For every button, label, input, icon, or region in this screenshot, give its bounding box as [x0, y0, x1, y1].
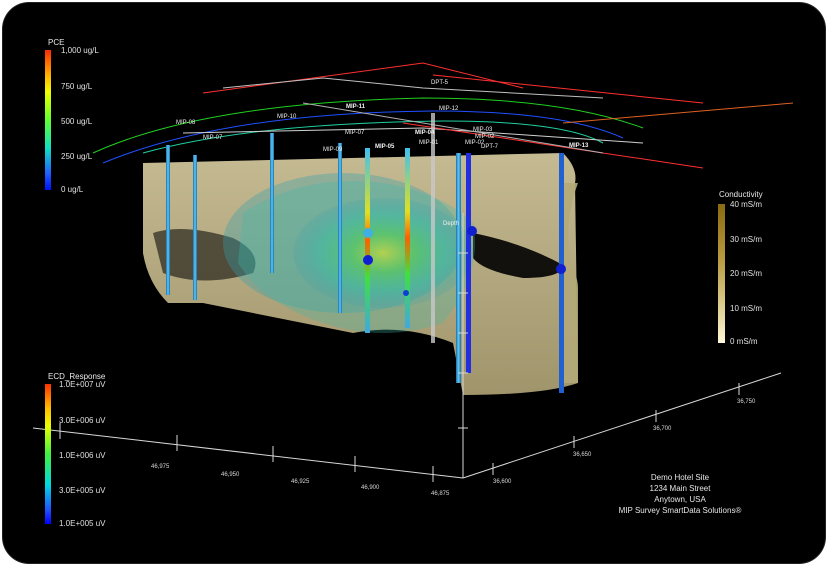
well-label: MIP-05 — [375, 144, 395, 150]
ecd-legend-label: 1.0E+005 uV — [59, 519, 106, 528]
ecd-legend-label: 1.0E+006 uV — [59, 451, 106, 460]
pce-colorbar — [45, 50, 51, 190]
well-label: MIP-10 — [277, 114, 297, 120]
conductivity-legend-label: 20 mS/m — [730, 269, 763, 278]
y-tick-label: 36,650 — [573, 452, 592, 458]
pce-legend-label: 500 ug/L — [61, 117, 93, 126]
pce-legend-label: 750 ug/L — [61, 82, 93, 91]
conductivity-legend-title: Conductivity — [719, 190, 763, 199]
ecd-colorbar — [45, 384, 51, 524]
site-address: 1234 Main Street — [649, 484, 711, 493]
x-tick-label: 46,950 — [221, 472, 240, 478]
well-label: MIP-07 — [203, 135, 223, 141]
well-label: MIP-03 — [473, 127, 493, 133]
x-tick-label: 46,975 — [151, 464, 170, 470]
well-label: MIP-01 — [419, 140, 439, 146]
well-label: Depth — [443, 221, 460, 227]
ecd-legend-label: 3.0E+005 uV — [59, 486, 106, 495]
well-label: DPT-5 — [431, 80, 449, 86]
site-name: Demo Hotel Site — [650, 473, 710, 482]
well-label: MIP-12 — [439, 106, 459, 112]
conductivity-colorbar — [718, 204, 725, 343]
conductivity-legend-label: 30 mS/m — [730, 235, 763, 244]
x-tick-label: 46,875 — [431, 491, 450, 497]
x-tick-label: 46,925 — [291, 479, 310, 485]
x-tick-label: 46,900 — [361, 485, 380, 491]
pce-legend-label: 250 ug/L — [61, 152, 93, 161]
y-tick-label: 36,700 — [653, 426, 672, 432]
well-label: MIP-08 — [176, 120, 196, 126]
ecd-legend-label: 1.0E+007 uV — [59, 380, 106, 389]
site-linework — [92, 62, 794, 169]
site-company: MIP Survey SmartData Solutions® — [618, 506, 742, 515]
y-tick-label: 36,600 — [493, 479, 512, 485]
pce-legend-label: 0 ug/L — [61, 185, 84, 194]
well-label: MIP-11 — [346, 104, 366, 110]
well-label: MIP-04 — [415, 130, 435, 136]
site-city: Anytown, USA — [654, 495, 706, 504]
y-tick-label: 36,750 — [737, 399, 756, 405]
well-label: MIP-13 — [569, 143, 589, 149]
pce-legend-label: 1,000 ug/L — [61, 46, 99, 55]
conductivity-legend-label: 0 mS/m — [730, 337, 758, 346]
well-label: DPT-7 — [481, 144, 499, 150]
well-label: MIP-07 — [345, 130, 365, 136]
conductivity-legend-label: 10 mS/m — [730, 304, 763, 313]
viewer-frame: 46,975 46,950 46,925 46,900 46,875 36,60… — [3, 3, 825, 563]
conductivity-legend-label: 40 mS/m — [730, 200, 763, 209]
ecd-legend-label: 3.0E+006 uV — [59, 416, 106, 425]
well-label: MIP-09 — [323, 147, 343, 153]
